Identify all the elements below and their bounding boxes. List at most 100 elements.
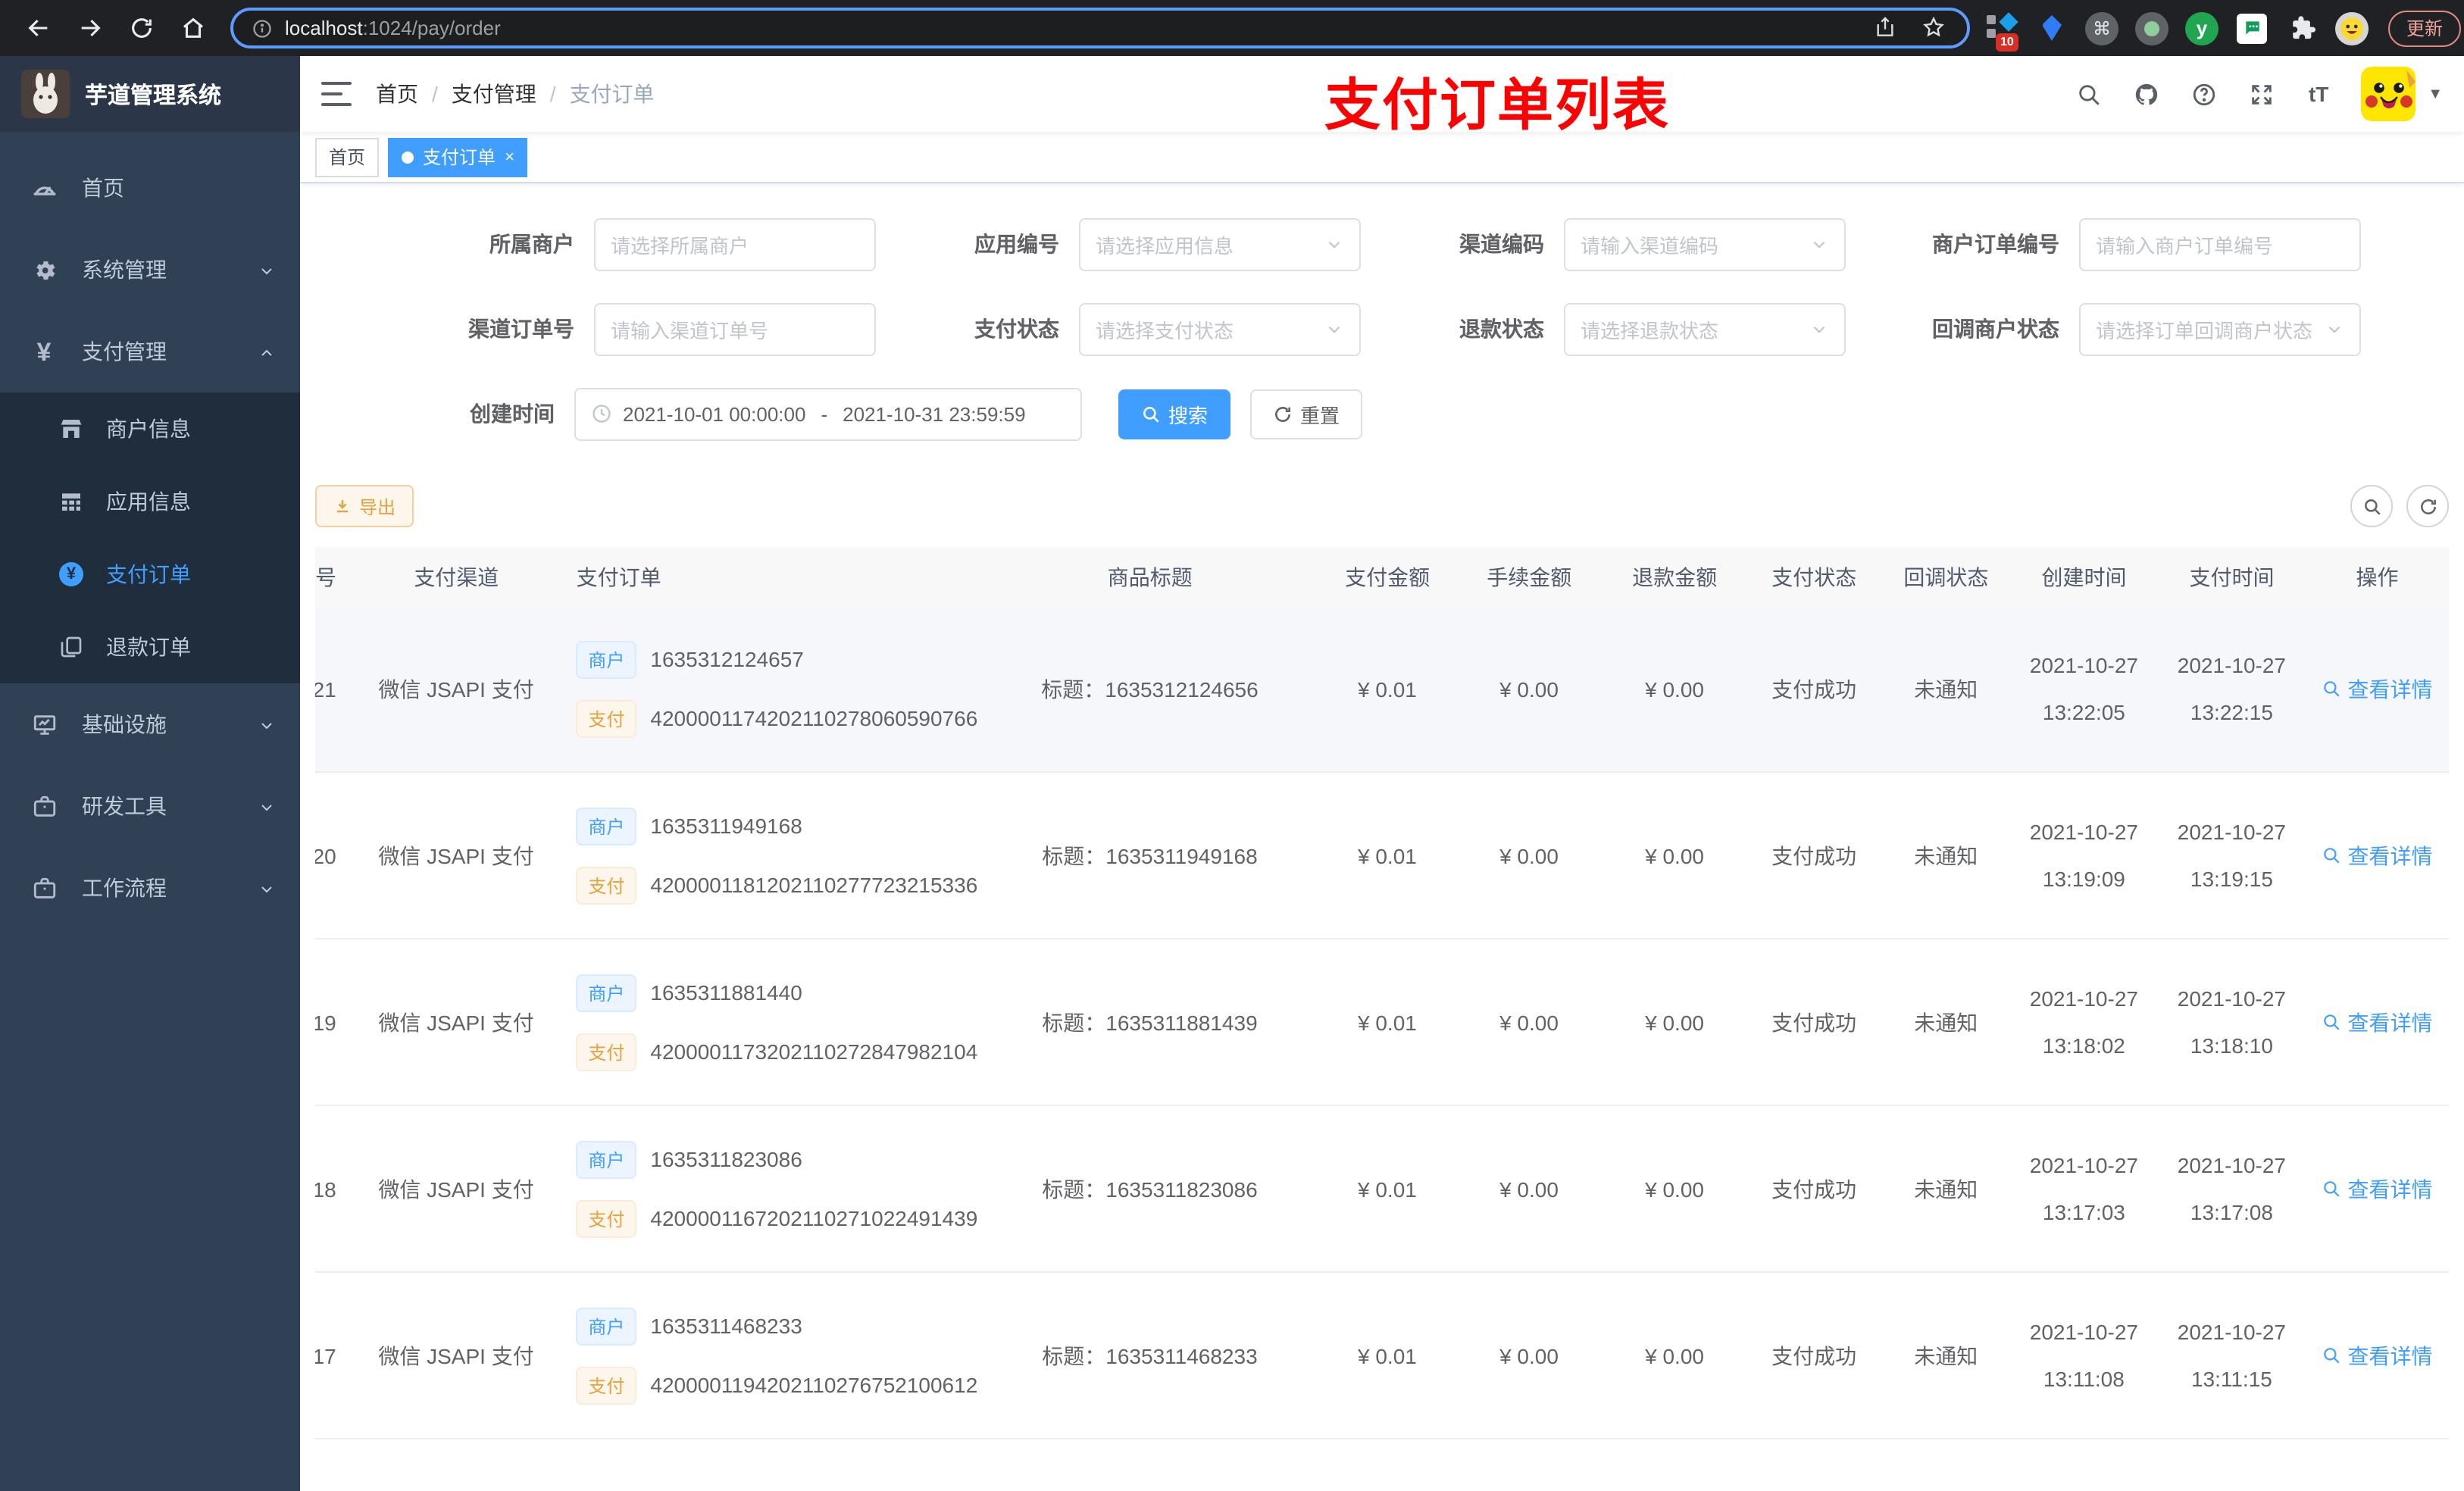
sidebar-item-merchant-info[interactable]: 商户信息 (0, 392, 300, 465)
filter-field[interactable]: 请输入渠道订单号 (594, 302, 876, 355)
home-icon[interactable] (174, 10, 211, 46)
table-row[interactable]: 21 微信 JSAPI 支付 商户 1635312124657 支付 4200001… (315, 606, 2449, 773)
extension-grid-icon[interactable]: 10 (1984, 10, 2020, 51)
table-row-partial[interactable]: 商户1635311251796 (315, 1439, 2449, 1491)
breadcrumb-home[interactable]: 首页 (376, 79, 418, 109)
breadcrumb-pay[interactable]: 支付管理 (452, 79, 536, 109)
pay-submenu: 商户信息 应用信息 ¥ 支付订单 退款订单 (0, 392, 300, 683)
github-icon[interactable] (2128, 76, 2164, 112)
table-row[interactable]: 20 微信 JSAPI 支付 商户 1635311949168 支付 4200001… (315, 773, 2449, 939)
view-detail-link[interactable]: 查看详情 (2322, 1174, 2432, 1204)
cell-fee: ¥ 0.00 (1499, 843, 1559, 867)
cell-id: 17 (315, 1343, 336, 1368)
table-row[interactable]: 19 微信 JSAPI 支付 商户 1635311881440 支付 4200001… (315, 939, 2449, 1106)
view-detail-link[interactable]: 查看详情 (2322, 1340, 2432, 1371)
refresh-button[interactable] (2406, 485, 2449, 527)
share-icon[interactable] (1873, 14, 1900, 42)
filter-field[interactable]: 请输入商户订单编号 (2079, 217, 2361, 270)
cell-action: 查看详情 (2306, 840, 2449, 871)
bookmark-star-icon[interactable] (1921, 14, 1949, 42)
dot-extension-icon[interactable] (2134, 10, 2170, 46)
chevron-down-icon (1809, 319, 1829, 339)
cell-pay-order: 商户 1635312124657 支付 4200001174202110278060… (558, 640, 980, 737)
sidebar-item-dev-tools[interactable]: 研发工具 (0, 765, 300, 847)
font-size-icon[interactable]: tT (2300, 76, 2337, 112)
sidebar-toggle-icon[interactable] (321, 82, 352, 106)
cell-created-time: 2021-10-27 13:22:05 (2029, 652, 2138, 724)
view-detail-link[interactable]: 查看详情 (2322, 840, 2432, 871)
filter-placeholder: 请选择退款状态 (1581, 319, 1719, 342)
sidebar-item-pay-order[interactable]: ¥ 支付订单 (0, 538, 300, 611)
filter-field[interactable]: 请输入渠道编码 (1564, 217, 1846, 270)
sidebar-item-home[interactable]: 首页 (0, 147, 300, 229)
filter-label: 应用编号 (974, 232, 1059, 256)
chevron-down-icon (258, 797, 276, 815)
browser-update-button[interactable]: 更新 (2388, 10, 2462, 46)
filter-placeholder: 请选择支付状态 (1096, 319, 1234, 342)
profile-avatar-icon[interactable] (2334, 10, 2370, 46)
chat-extension-icon[interactable] (2234, 10, 2270, 46)
column-header: 手续金额 (1487, 564, 1572, 589)
caret-down-icon[interactable]: ▼ (2428, 86, 2443, 102)
forward-icon[interactable] (71, 10, 108, 46)
sidebar-item-pay[interactable]: ¥ 支付管理 (0, 311, 300, 392)
column-header: 退款金额 (1632, 564, 1718, 589)
search-button[interactable]: 搜索 (1118, 389, 1231, 439)
search-icon[interactable] (2070, 76, 2106, 112)
cell-status: 支付成功 (1771, 1010, 1857, 1034)
cell-refund: ¥ 0.00 (1645, 1010, 1704, 1034)
url-bar[interactable]: localhost:1024/pay/order (230, 8, 1970, 48)
info-icon[interactable] (252, 17, 273, 39)
cell-status: 支付成功 (1771, 1177, 1857, 1201)
fullscreen-icon[interactable] (2243, 76, 2279, 112)
cell-notify-status: 未通知 (1914, 1177, 1978, 1201)
filter-field[interactable]: 请选择应用信息 (1079, 217, 1361, 270)
user-avatar[interactable] (2361, 67, 2416, 121)
cell-channel: 微信 JSAPI 支付 (378, 1177, 534, 1201)
filter-field[interactable]: 请选择支付状态 (1079, 302, 1361, 355)
filter-field[interactable]: 请选择所属商户 (594, 217, 876, 270)
reload-icon[interactable] (123, 10, 159, 46)
filter-label: 渠道订单号 (468, 317, 574, 341)
app-logo-row[interactable]: 芋道管理系统 (0, 56, 300, 132)
view-detail-link[interactable]: 查看详情 (2322, 674, 2432, 704)
table-row[interactable]: 18 微信 JSAPI 支付 商户 1635311823086 支付 4200001… (315, 1106, 2449, 1273)
yen-icon: ¥ (36, 337, 52, 366)
filter-field[interactable]: 请选择订单回调商户状态 (2079, 302, 2361, 355)
table-row[interactable]: 17 微信 JSAPI 支付 商户 1635311468233 支付 4200001… (315, 1273, 2449, 1439)
cell-refund: ¥ 0.00 (1645, 677, 1704, 701)
filter-label: 支付状态 (974, 317, 1059, 341)
sidebar-item-workflow[interactable]: 工作流程 (0, 847, 300, 929)
cell-id: 21 (315, 677, 336, 701)
column-header: 商品标题 (1107, 564, 1193, 589)
cell-amount: ¥ 0.01 (1358, 1010, 1417, 1034)
extensions-puzzle-icon[interactable] (2284, 10, 2320, 46)
date-range-input[interactable]: 2021-10-01 00:00:00 - 2021-10-31 23:59:5… (574, 387, 1082, 440)
clock-icon (591, 403, 612, 424)
pay-order-no: 4200001181202110277723215336 (650, 873, 978, 897)
sidebar-item-infra[interactable]: 基础设施 (0, 683, 300, 765)
filter-label: 商户订单编号 (1932, 232, 2059, 256)
sidebar-item-system[interactable]: 系统管理 (0, 229, 300, 311)
tag-pay-order[interactable]: 支付订单 × (388, 137, 528, 177)
tag-close-icon[interactable]: × (505, 148, 514, 166)
y-extension-icon[interactable]: y (2184, 10, 2220, 46)
cell-fee: ¥ 0.00 (1499, 677, 1559, 701)
sidebar-item-refund-order[interactable]: 退款订单 (0, 611, 300, 683)
back-icon[interactable] (20, 10, 56, 46)
table-toolbar: 导出 (300, 483, 2464, 529)
tag-home[interactable]: 首页 (315, 137, 380, 177)
command-extension-icon[interactable]: ⌘ (2084, 10, 2120, 46)
view-detail-link[interactable]: 查看详情 (2322, 1007, 2432, 1037)
sidebar-item-app-info[interactable]: 应用信息 (0, 465, 300, 538)
kite-extension-icon[interactable] (2034, 10, 2070, 46)
reset-button[interactable]: 重置 (1250, 389, 1363, 439)
help-icon[interactable] (2185, 76, 2222, 112)
cell-paid-time: 2021-10-27 13:22:15 (2177, 652, 2287, 724)
cell-action: 查看详情 (2306, 1007, 2449, 1037)
filter-field[interactable]: 请选择退款状态 (1564, 302, 1846, 355)
cell-title: 标题： 1635311823086 (1042, 1177, 1258, 1201)
cell-action: 查看详情 (2306, 1174, 2449, 1204)
toggle-search-button[interactable] (2350, 485, 2393, 527)
export-button[interactable]: 导出 (315, 485, 414, 527)
